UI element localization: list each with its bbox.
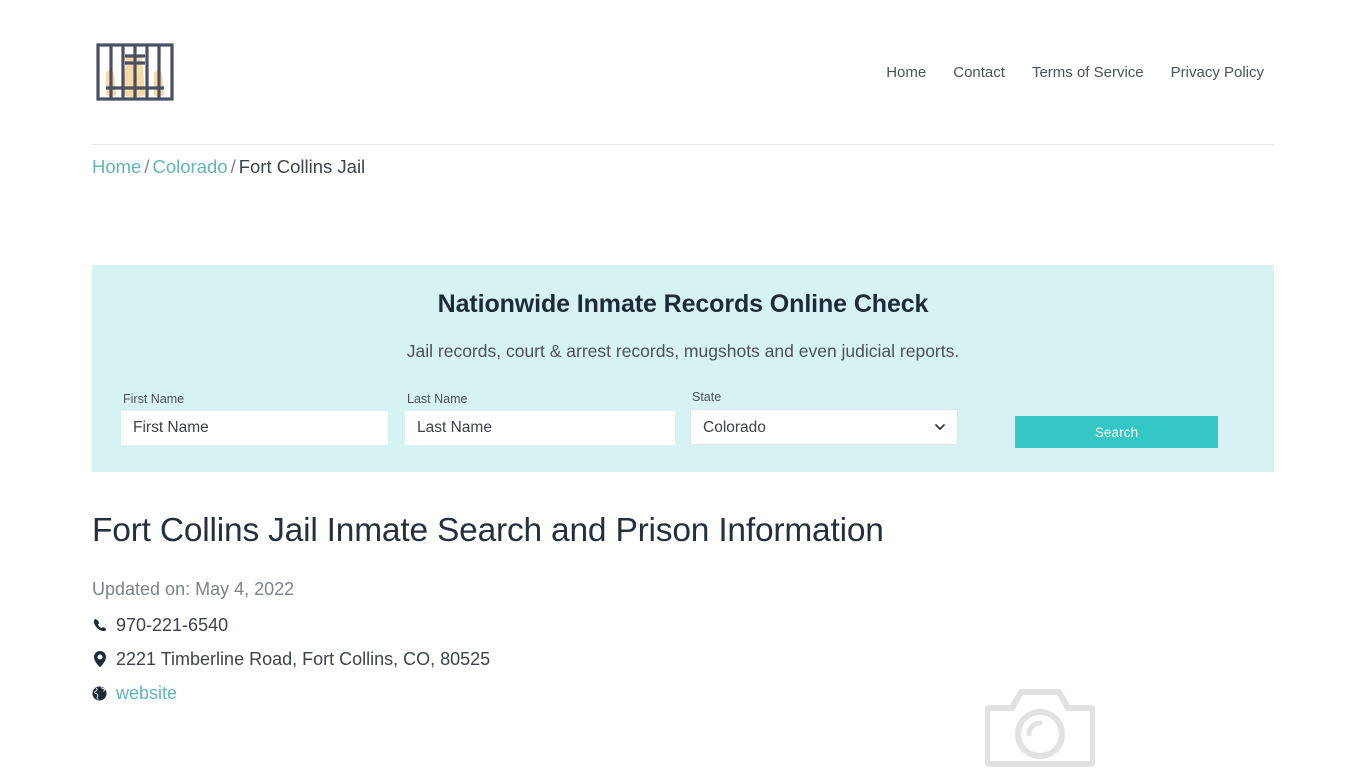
nav-item-privacy-policy[interactable]: Privacy Policy	[1171, 65, 1264, 80]
first-name-input[interactable]	[121, 411, 388, 445]
phone-icon	[92, 616, 107, 634]
website-link[interactable]: website	[116, 681, 177, 705]
breadcrumb-separator: /	[144, 156, 150, 177]
last-name-input[interactable]	[405, 411, 675, 445]
nav-item-home[interactable]: Home	[886, 65, 926, 80]
contact-item-address: 2221 Timberline Road, Fort Collins, CO, …	[92, 642, 490, 676]
state-select-wrapper: Colorado	[690, 409, 958, 445]
contact-item-website: website	[92, 676, 490, 710]
state-select[interactable]: Colorado	[690, 409, 958, 445]
jail-bars-logo	[96, 43, 174, 101]
facility-contact-list: 970-221-6540 2221 Timberline Road, Fort …	[92, 608, 490, 710]
map-marker-icon	[92, 650, 107, 668]
site-logo-link[interactable]	[92, 41, 176, 103]
nav-item-contact[interactable]: Contact	[953, 65, 1005, 80]
inmate-search-form: First Name Last Name State Colorado	[92, 390, 1274, 467]
first-name-label: First Name	[123, 392, 185, 406]
search-button[interactable]: Search	[1015, 416, 1218, 448]
breadcrumb-separator: /	[230, 156, 236, 177]
search-panel-subtitle: Jail records, court & arrest records, mu…	[406, 341, 960, 361]
site-header: Home Contact Terms of Service Privacy Po…	[92, 0, 1274, 145]
phone-number-text: 970-221-6540	[116, 615, 229, 635]
page-root: Home Contact Terms of Service Privacy Po…	[0, 0, 1366, 768]
breadcrumb-link-colorado[interactable]: Colorado	[153, 156, 228, 177]
first-name-field-group: First Name	[121, 392, 388, 445]
breadcrumb-current: Fort Collins Jail	[238, 156, 366, 177]
state-label: State	[692, 390, 722, 404]
contact-item-phone: 970-221-6540	[92, 608, 490, 642]
search-panel-title: Nationwide Inmate Records Online Check	[437, 290, 929, 318]
main-navigation: Home Contact Terms of Service Privacy Po…	[886, 65, 1274, 80]
address-text: 2221 Timberline Road, Fort Collins, CO, …	[116, 649, 491, 669]
breadcrumb-link-home[interactable]: Home	[92, 156, 141, 177]
camera-placeholder-icon	[984, 682, 1096, 768]
inmate-search-panel: Nationwide Inmate Records Online Check J…	[92, 265, 1274, 472]
updated-on-text: Updated on: May 4, 2022	[92, 579, 295, 599]
page-title: Fort Collins Jail Inmate Search and Pris…	[92, 512, 884, 549]
globe-icon	[92, 684, 107, 702]
state-field-group: State Colorado	[690, 390, 958, 445]
last-name-field-group: Last Name	[405, 392, 675, 445]
nav-item-terms-of-service[interactable]: Terms of Service	[1032, 65, 1144, 80]
last-name-label: Last Name	[407, 392, 468, 406]
breadcrumb: Home / Colorado / Fort Collins Jail	[92, 155, 365, 179]
